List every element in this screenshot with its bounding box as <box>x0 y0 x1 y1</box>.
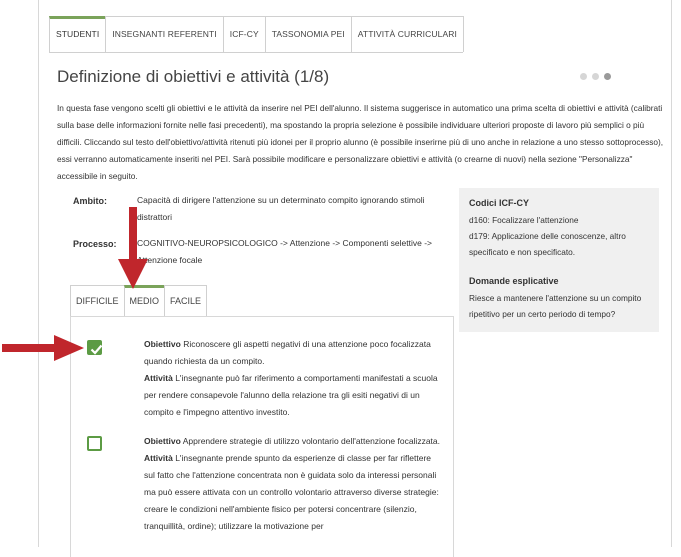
codes-panel: Codici ICF-CY d160: Focalizzare l'attenz… <box>459 188 659 332</box>
intro-text: In questa fase vengono scelti gli obiett… <box>57 103 664 181</box>
ambito-value: Capacità di dirigere l'attenzione su un … <box>137 195 425 222</box>
pager-dot[interactable] <box>592 73 599 80</box>
objective-item-1[interactable]: Obiettivo Riconoscere gli aspetti negati… <box>144 336 440 421</box>
code-item: d160: Focalizzare l'attenzione <box>469 215 579 225</box>
main-tabs: STUDENTI INSEGNANTI REFERENTI ICF-CY TAS… <box>49 16 464 53</box>
tab-icf-cy[interactable]: ICF-CY <box>222 16 266 52</box>
obiettivo-text: Riconoscere gli aspetti negativi di una … <box>144 339 431 366</box>
page-title: Definizione di obiettivi e attività (1/8… <box>57 67 330 86</box>
tab-attivita-curriculari[interactable]: ATTIVITÀ CURRICULARI <box>350 16 464 52</box>
code-item: d179: Applicazione delle conoscenze, alt… <box>469 231 626 257</box>
difficulty-tabs: DIFFICILE MEDIO FACILE <box>70 285 208 317</box>
codes-heading: Codici ICF-CY <box>469 198 529 208</box>
attivita-label: Attività <box>144 453 173 463</box>
ambito-label: Ambito: <box>73 196 107 206</box>
processo-label: Processo: <box>73 239 117 249</box>
right-arrow-icon <box>2 335 84 361</box>
tab-facile[interactable]: FACILE <box>164 285 208 317</box>
pager-dot-current[interactable] <box>604 73 611 80</box>
pager-dot[interactable] <box>580 73 587 80</box>
objective-checkbox-2[interactable] <box>87 436 102 451</box>
attivita-text: L'insegnante può far riferimento a compo… <box>144 373 438 417</box>
attivita-text: L'insegnante prende spunto da esperienze… <box>144 453 439 531</box>
obiettivo-label: Obiettivo <box>144 339 181 349</box>
obiettivo-text: Apprendere strategie di utilizzo volonta… <box>182 436 440 446</box>
step-pager <box>580 73 611 80</box>
tab-tassonomia-pei[interactable]: TASSONOMIA PEI <box>264 16 352 52</box>
check-icon <box>90 344 103 355</box>
questions-heading: Domande esplicative <box>469 276 559 286</box>
attivita-label: Attività <box>144 373 173 383</box>
down-arrow-icon <box>118 207 148 289</box>
tab-insegnanti-referenti[interactable]: INSEGNANTI REFERENTI <box>105 16 224 52</box>
processo-value: COGNITIVO-NEUROPSICOLOGICO -> Attenzione… <box>137 238 433 265</box>
obiettivo-label: Obiettivo <box>144 436 181 446</box>
questions-text: Riesce a mantenere l'attenzione su un co… <box>469 293 642 319</box>
tab-medio[interactable]: MEDIO <box>123 285 166 317</box>
objective-checkbox-1[interactable] <box>87 340 103 355</box>
tab-studenti[interactable]: STUDENTI <box>49 16 107 52</box>
tab-difficile[interactable]: DIFFICILE <box>70 285 125 317</box>
objective-item-2[interactable]: Obiettivo Apprendere strategie di utiliz… <box>144 433 440 535</box>
